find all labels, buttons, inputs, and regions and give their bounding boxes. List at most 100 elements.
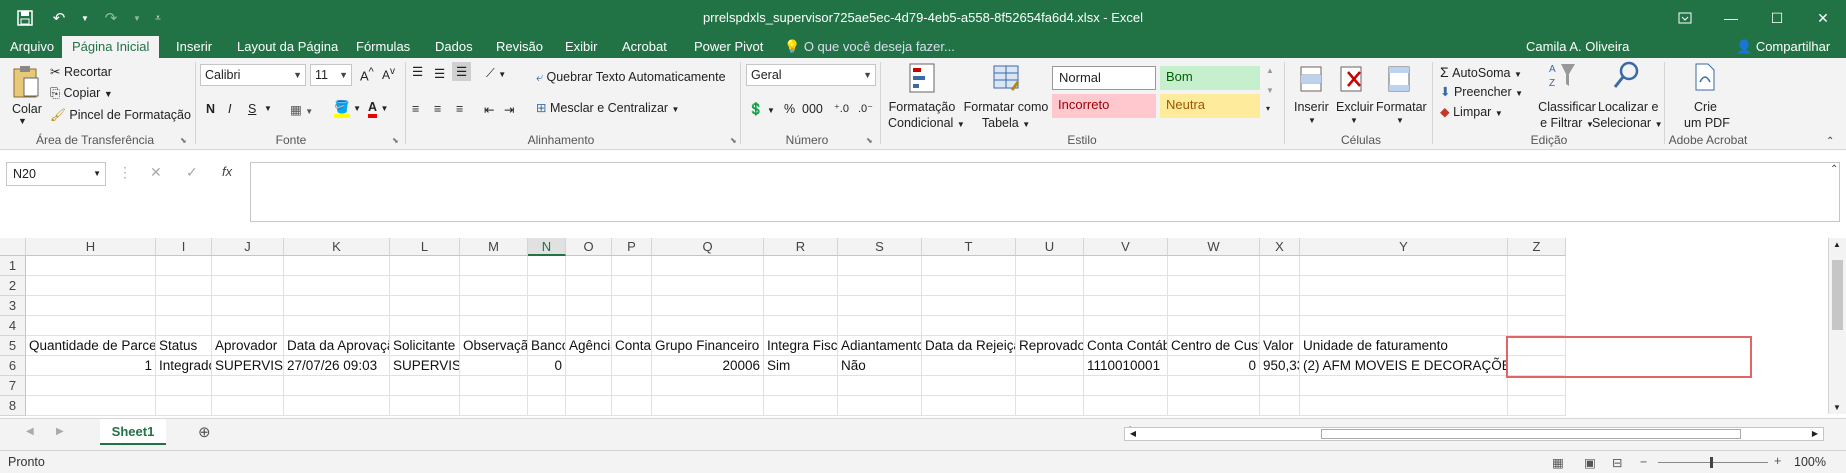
cell-o2[interactable]	[566, 276, 612, 296]
paste-icon[interactable]	[10, 62, 42, 102]
formula-input[interactable]	[250, 162, 1840, 222]
cell-z4[interactable]	[1508, 316, 1566, 336]
cell-h6[interactable]: 1	[26, 356, 156, 376]
cell-t7[interactable]	[922, 376, 1016, 396]
column-header-l[interactable]: L	[390, 238, 460, 256]
find-select-label-1[interactable]: Localizar e	[1598, 100, 1658, 114]
cell-w5[interactable]: Centro de Custo	[1168, 336, 1260, 356]
cell-s1[interactable]	[838, 256, 922, 276]
cell-j5[interactable]: Aprovador	[212, 336, 284, 356]
cell-m5[interactable]: Observação	[460, 336, 528, 356]
cell-m8[interactable]	[460, 396, 528, 416]
styles-more-icon[interactable]: ▾	[1266, 104, 1270, 113]
cell-u8[interactable]	[1016, 396, 1084, 416]
cell-r4[interactable]	[764, 316, 838, 336]
cell-h7[interactable]	[26, 376, 156, 396]
cell-t3[interactable]	[922, 296, 1016, 316]
cell-z7[interactable]	[1508, 376, 1566, 396]
thousands-separator-button[interactable]: 000	[802, 102, 823, 116]
cell-w3[interactable]	[1168, 296, 1260, 316]
format-dropdown-icon[interactable]: ▼	[1396, 116, 1404, 125]
font-size-dropdown[interactable]: 11 ▼	[310, 64, 352, 86]
cell-i2[interactable]	[156, 276, 212, 296]
cell-k7[interactable]	[284, 376, 390, 396]
cell-n4[interactable]	[528, 316, 566, 336]
cell-k2[interactable]	[284, 276, 390, 296]
cell-h8[interactable]	[26, 396, 156, 416]
cell-l2[interactable]	[390, 276, 460, 296]
cell-p1[interactable]	[612, 256, 652, 276]
sort-filter-icon[interactable]: AZ	[1546, 58, 1578, 92]
zoom-slider-thumb[interactable]	[1710, 457, 1713, 468]
orientation-icon[interactable]: ⟋ ▼	[486, 66, 506, 81]
format-as-table-icon[interactable]	[990, 60, 1022, 96]
zoom-out-icon[interactable]: −	[1640, 455, 1647, 469]
column-header-y[interactable]: Y	[1300, 238, 1508, 256]
cell-n5[interactable]: Banco	[528, 336, 566, 356]
tab-pagina-inicial[interactable]: Página Inicial	[62, 36, 160, 58]
cell-m1[interactable]	[460, 256, 528, 276]
cell-r3[interactable]	[764, 296, 838, 316]
column-header-z[interactable]: Z	[1508, 238, 1566, 256]
row-header-8[interactable]: 8	[0, 396, 26, 416]
underline-dropdown-icon[interactable]: ▼	[264, 104, 272, 113]
scroll-left-icon[interactable]: ◀	[1125, 428, 1141, 440]
cancel-entry-icon[interactable]: ✕	[150, 164, 162, 181]
cell-r7[interactable]	[764, 376, 838, 396]
cell-l7[interactable]	[390, 376, 460, 396]
cell-k4[interactable]	[284, 316, 390, 336]
row-header-5[interactable]: 5	[0, 336, 26, 356]
cell-w2[interactable]	[1168, 276, 1260, 296]
cell-s2[interactable]	[838, 276, 922, 296]
row-header-7[interactable]: 7	[0, 376, 26, 396]
cell-v2[interactable]	[1084, 276, 1168, 296]
cell-l4[interactable]	[390, 316, 460, 336]
cell-o6[interactable]	[566, 356, 612, 376]
style-normal[interactable]: Normal	[1052, 66, 1156, 90]
tab-arquivo[interactable]: Arquivo	[0, 36, 64, 58]
find-select-label-2[interactable]: Selecionar ▼	[1592, 116, 1662, 130]
cell-r8[interactable]	[764, 396, 838, 416]
accounting-format-icon[interactable]: 💲 ▼	[748, 102, 775, 117]
zoom-level[interactable]: 100%	[1794, 451, 1826, 473]
cell-m2[interactable]	[460, 276, 528, 296]
align-center-icon[interactable]: ≡	[434, 102, 441, 116]
font-launcher-icon[interactable]: ⬊	[392, 136, 399, 145]
cell-n6[interactable]: 0	[528, 356, 566, 376]
ribbon-display-options-icon[interactable]	[1662, 0, 1708, 36]
bold-button[interactable]: N	[206, 102, 215, 116]
cell-s3[interactable]	[838, 296, 922, 316]
conditional-formatting-icon[interactable]	[906, 60, 938, 96]
cell-y2[interactable]	[1300, 276, 1508, 296]
cell-k5[interactable]: Data da Aprovação	[284, 336, 390, 356]
paste-label[interactable]: Colar	[12, 102, 42, 116]
clear-button[interactable]: ◆ Limpar ▼	[1440, 104, 1503, 119]
cell-m4[interactable]	[460, 316, 528, 336]
cell-p6[interactable]	[612, 356, 652, 376]
cell-t2[interactable]	[922, 276, 1016, 296]
cell-h5[interactable]: Quantidade de Parcelas	[26, 336, 156, 356]
cell-n2[interactable]	[528, 276, 566, 296]
cell-j1[interactable]	[212, 256, 284, 276]
cell-t1[interactable]	[922, 256, 1016, 276]
cell-u4[interactable]	[1016, 316, 1084, 336]
cell-u2[interactable]	[1016, 276, 1084, 296]
cell-n8[interactable]	[528, 396, 566, 416]
column-header-x[interactable]: X	[1260, 238, 1300, 256]
italic-button[interactable]: I	[228, 102, 231, 116]
cell-x5[interactable]: Valor	[1260, 336, 1300, 356]
increase-decimal-icon[interactable]: ⁺.0	[834, 102, 849, 115]
cell-k8[interactable]	[284, 396, 390, 416]
cell-w8[interactable]	[1168, 396, 1260, 416]
cell-v6[interactable]: 1110010001	[1084, 356, 1168, 376]
cell-p7[interactable]	[612, 376, 652, 396]
autosum-button[interactable]: Σ AutoSoma ▼	[1440, 64, 1522, 80]
format-cells-label[interactable]: Formatar	[1376, 100, 1427, 114]
cell-u1[interactable]	[1016, 256, 1084, 276]
column-header-u[interactable]: U	[1016, 238, 1084, 256]
formula-bar-resize-icon[interactable]: ⋮	[118, 164, 132, 181]
cell-r5[interactable]: Integra Fiscal	[764, 336, 838, 356]
tab-formulas[interactable]: Fórmulas	[346, 36, 420, 58]
tab-power-pivot[interactable]: Power Pivot	[684, 36, 773, 58]
zoom-in-icon[interactable]: +	[1774, 454, 1781, 468]
